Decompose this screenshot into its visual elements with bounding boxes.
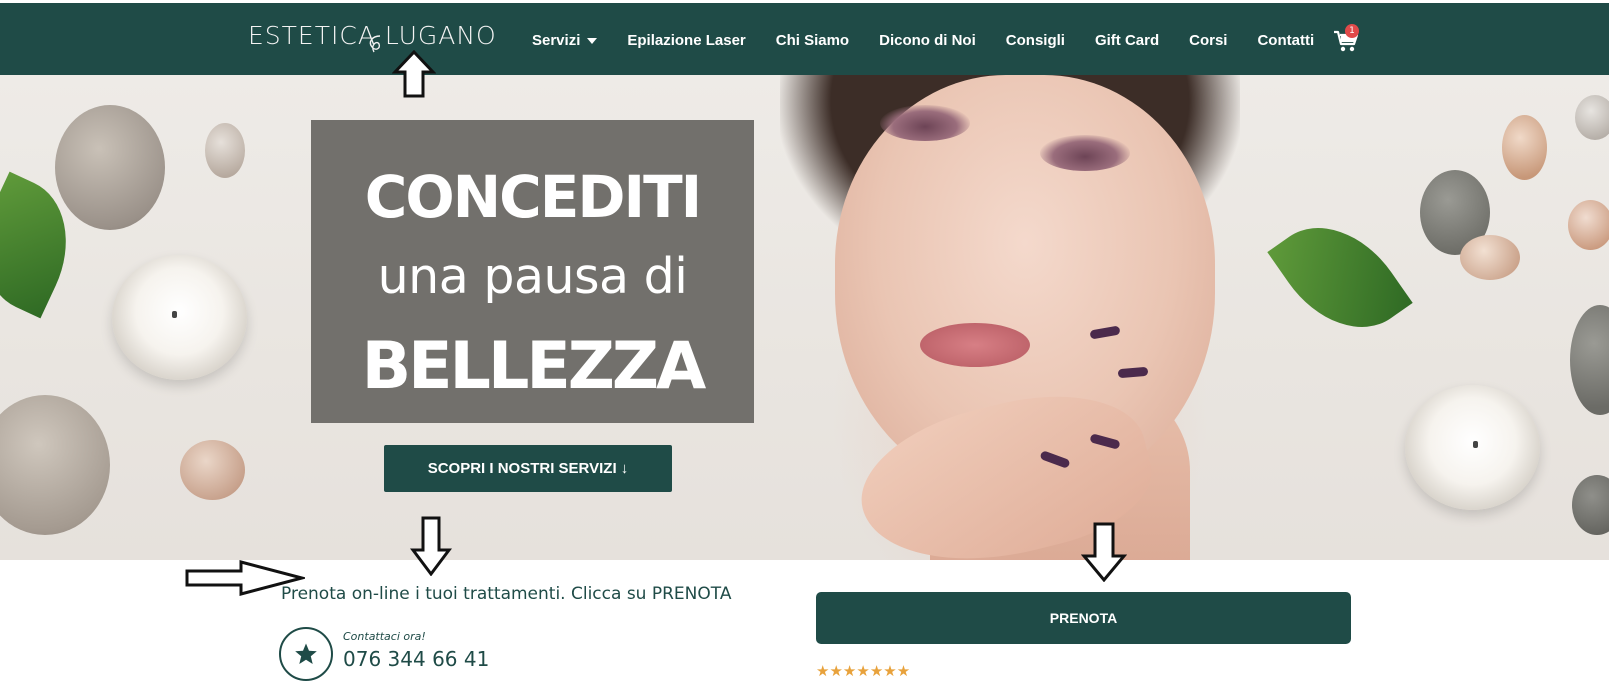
decorative-stone <box>0 395 110 535</box>
nav-item-gift-card[interactable]: Gift Card <box>1095 32 1159 49</box>
nav-item-label: Chi Siamo <box>775 32 850 49</box>
top-navigation-bar: ESTETICA LUGANO Servizi Epilazione Laser… <box>0 0 1609 75</box>
nav-item-label: Dicono di Noi <box>879 32 976 49</box>
star-icon <box>295 643 317 664</box>
logo-flourish-icon <box>369 35 381 53</box>
decorative-stone <box>205 123 245 178</box>
cart-count-badge: 1 <box>1345 24 1359 38</box>
star-icon: ★ <box>869 662 884 680</box>
star-icon: ★ <box>896 662 911 680</box>
decorative-stone <box>55 105 165 230</box>
contact-icon-circle[interactable] <box>279 627 333 681</box>
site-logo[interactable]: ESTETICA LUGANO <box>248 17 508 63</box>
discover-services-button[interactable]: SCOPRI I NOSTRI SERVIZI ↓ <box>384 445 672 492</box>
decorative-leaf <box>1267 200 1413 355</box>
nav-item-label: Gift Card <box>1094 32 1160 49</box>
nav-item-contatti[interactable]: Contatti <box>1257 32 1314 49</box>
nav-item-chi-siamo[interactable]: Chi Siamo <box>776 32 849 49</box>
nav-item-label: Servizi <box>532 32 581 49</box>
up-arrow-icon <box>392 50 436 98</box>
star-icon: ★ <box>856 662 870 680</box>
main-navigation: Servizi Epilazione Laser Chi Siamo Dicon… <box>532 3 1344 78</box>
page: ESTETICA LUGANO Servizi Epilazione Laser… <box>0 0 1609 699</box>
decorative-stone <box>1460 235 1520 280</box>
nav-item-servizi[interactable]: Servizi <box>532 32 598 49</box>
candle-wick <box>1473 441 1478 448</box>
nav-item-dicono-di-noi[interactable]: Dicono di Noi <box>879 32 976 49</box>
contact-label: Contattaci ora! <box>343 630 426 643</box>
star-icon: ★ <box>883 662 897 680</box>
booking-instruction-text: Prenota on-line i tuoi trattamenti. Clic… <box>281 584 732 604</box>
decorative-stone <box>1502 115 1547 180</box>
decorative-stone <box>1568 200 1609 250</box>
hero-title-line-1: CONCEDITI <box>364 163 702 231</box>
star-icon: ★ <box>842 662 857 680</box>
rating-stars: ★★★★★★★ <box>816 662 910 680</box>
hero-banner: CONCEDITI una pausa di BELLEZZA SCOPRI I… <box>0 75 1609 560</box>
hero-title-line-2: una pausa di <box>377 248 688 305</box>
decorative-stone <box>180 440 245 500</box>
star-icon: ★ <box>829 662 843 680</box>
star-icon: ★ <box>816 662 830 680</box>
hero-title-box: CONCEDITI una pausa di BELLEZZA <box>311 120 754 423</box>
candle-wick <box>172 311 177 318</box>
nav-item-consigli[interactable]: Consigli <box>1006 32 1065 49</box>
decorative-stone <box>1572 475 1609 535</box>
nav-item-epilazione-laser[interactable]: Epilazione Laser <box>627 32 745 49</box>
decorative-candle <box>1405 385 1540 510</box>
chevron-down-icon <box>587 37 598 44</box>
hero-title-line-3: BELLEZZA <box>361 329 707 404</box>
down-arrow-icon <box>1081 522 1127 582</box>
nav-item-label: Corsi <box>1189 32 1228 49</box>
nav-item-label: Contatti <box>1257 32 1315 49</box>
decorative-candle <box>112 255 247 380</box>
down-arrow-icon <box>410 516 452 576</box>
prenota-button[interactable]: PRENOTA <box>816 592 1351 644</box>
nav-item-label: Epilazione Laser <box>627 32 746 49</box>
model-eye <box>1040 135 1130 171</box>
nav-item-label: Consigli <box>1005 32 1065 49</box>
decorative-stone <box>1575 95 1609 140</box>
model-lips <box>920 323 1030 367</box>
nav-item-corsi[interactable]: Corsi <box>1189 32 1227 49</box>
decorative-stone <box>1570 305 1609 415</box>
model-eye <box>880 105 970 141</box>
contact-phone-link[interactable]: 076 344 66 41 <box>343 647 489 671</box>
